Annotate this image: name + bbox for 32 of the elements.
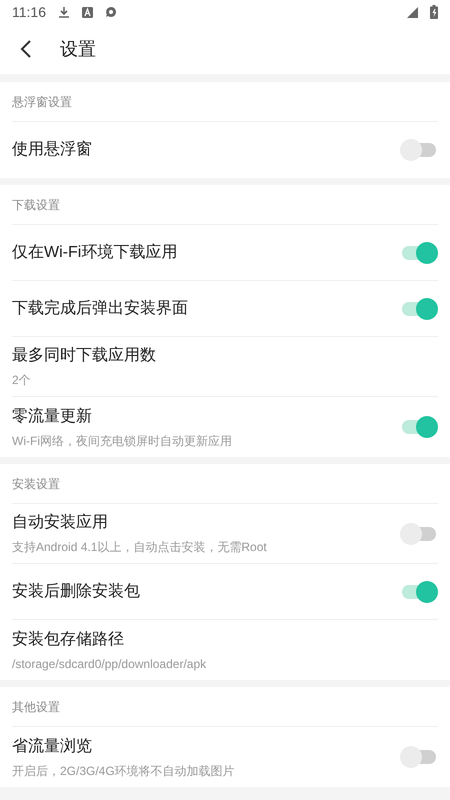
page-title: 设置: [60, 38, 96, 60]
battery-icon: [430, 5, 438, 19]
setting-description: 支持Android 4.1以上，自动点击安装，无需Root: [12, 539, 268, 556]
toggle-switch[interactable]: [400, 522, 438, 544]
toggle-switch[interactable]: [400, 580, 438, 602]
setting-label: 仅在Wi-Fi环境下载应用: [12, 242, 178, 262]
setting-label: 自动安装应用: [12, 512, 109, 533]
signal-icon: [407, 6, 418, 18]
setting-description: /storage/sdcard0/pp/downloader/apk: [12, 656, 208, 672]
section-header: 其他设置: [12, 698, 60, 716]
download-icon: [58, 6, 70, 18]
setting-description: 开启后，2G/3G/4G环境将不自动加载图片: [12, 762, 236, 780]
app-icon: [82, 6, 93, 18]
setting-label: 零流量更新: [12, 406, 93, 426]
section-header: 安装设置: [12, 476, 60, 492]
toggle-switch[interactable]: [400, 242, 438, 264]
setting-label: 安装后删除安装包: [12, 582, 141, 602]
setting-description: 2个: [12, 372, 32, 389]
toggle-switch[interactable]: [400, 298, 438, 320]
toggle-switch[interactable]: [400, 416, 438, 438]
toggle-switch[interactable]: [400, 746, 438, 768]
section-header: 下载设置: [12, 196, 60, 214]
setting-label: 安装包存储路径: [12, 630, 125, 650]
status-time: 11:16: [12, 2, 46, 22]
setting-label: 省流量浏览: [12, 736, 93, 756]
setting-label: 下载完成后弹出安装界面: [12, 298, 189, 318]
section-header: 悬浮窗设置: [12, 94, 72, 110]
toggle-switch[interactable]: [400, 139, 438, 161]
setting-description: Wi-Fi网络，夜间充电锁屏时自动更新应用: [12, 432, 233, 450]
setting-label: 最多同时下载应用数: [12, 346, 157, 366]
setting-label: 使用悬浮窗: [12, 140, 93, 160]
chat-icon: [105, 6, 117, 18]
